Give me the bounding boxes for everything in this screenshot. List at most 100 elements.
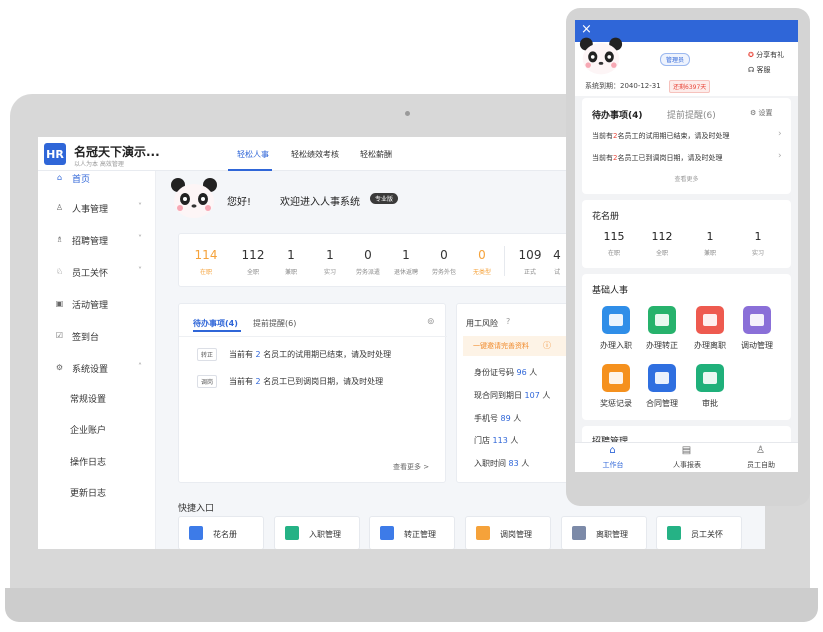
onboard-icon[interactable]	[602, 306, 630, 334]
stat-value[interactable]: 109	[510, 248, 550, 262]
sidebar-sub-updatelog[interactable]: 更新日志	[70, 486, 106, 499]
sidebar-item-label: 系统设置	[72, 365, 109, 375]
roster-label: 全职	[655, 250, 668, 257]
tab-salary[interactable]: 轻松薪酬	[360, 149, 392, 160]
close-icon[interactable]: ×	[581, 22, 592, 37]
home-icon: ⌂	[609, 445, 616, 456]
user-icon: ♙	[756, 445, 765, 456]
tab-report[interactable]: 人事报表	[657, 460, 717, 470]
quick-roster[interactable]: 花名册	[178, 516, 264, 549]
todo-tab[interactable]: 待办事项(4)	[193, 318, 238, 329]
risk-item[interactable]: 手机号 89 人	[474, 413, 521, 424]
sidebar-item-care[interactable]: ♘ 员工关怀 ˅	[38, 259, 156, 285]
quick-label: 离职管理	[596, 530, 628, 539]
stat-label: 试	[553, 269, 560, 276]
quick-onboard[interactable]: 入职管理	[274, 516, 360, 549]
regularize-icon[interactable]	[648, 306, 676, 334]
stat-value[interactable]: 1	[310, 248, 350, 262]
resign-icon[interactable]	[696, 306, 724, 334]
tag-regularize: 转正	[197, 348, 218, 361]
customer-service[interactable]: ☊ 客服	[748, 65, 770, 75]
sidebar-item-sign[interactable]: ☑ 签到台	[38, 323, 156, 349]
settings-icon[interactable]: ⊚	[427, 317, 435, 327]
sidebar-sub-general[interactable]: 常规设置	[70, 392, 106, 405]
contract-icon[interactable]	[648, 364, 676, 392]
chevron-right-icon: ›	[778, 129, 782, 139]
roster-icon	[189, 526, 203, 540]
user-icon: ♙	[55, 203, 64, 212]
quick-resign[interactable]: 离职管理	[561, 516, 647, 549]
reminder-tab[interactable]: 提前提醒(6)	[253, 318, 296, 329]
risk-item[interactable]: 入职时间 83 人	[474, 458, 529, 469]
todo-item[interactable]: 当前有2名员工的试用期已结束，请及时处理	[592, 131, 729, 141]
sidebar-sub-account[interactable]: 企业账户	[70, 423, 106, 436]
todo-tab-indicator	[193, 330, 241, 332]
reminder-tab[interactable]: 提前提醒(6)	[667, 108, 716, 121]
transfer-icon[interactable]	[743, 306, 771, 334]
transfer-icon	[476, 526, 490, 540]
sidebar-item-settings[interactable]: ⚙ 系统设置 ˄	[38, 355, 156, 381]
welcome-message: 欢迎进入人事系统	[280, 197, 360, 208]
todo-item[interactable]: 当前有 2 名员工已到调岗日期，请及时处理	[229, 376, 383, 387]
quick-label: 花名册	[213, 530, 237, 539]
help-icon[interactable]: ?	[506, 317, 510, 326]
roster-value[interactable]: 1	[690, 230, 730, 243]
onboard-icon	[285, 526, 299, 540]
gear-icon: ⚙	[750, 109, 757, 117]
quick-care[interactable]: 员工关怀	[656, 516, 742, 549]
sidebar-sub-oplog[interactable]: 操作日志	[70, 455, 106, 468]
gift-icon: ✪	[748, 51, 754, 59]
roster-value[interactable]: 1	[738, 230, 778, 243]
stat-value[interactable]: 114	[186, 248, 226, 262]
roster-value[interactable]: 115	[594, 230, 634, 243]
sidebar-item-home[interactable]: ⌂ 首页	[38, 165, 156, 191]
approval-icon[interactable]	[696, 364, 724, 392]
sidebar-item-recruit[interactable]: ♗ 招聘管理 ˅	[38, 227, 156, 253]
quick-label: 调岗管理	[500, 530, 532, 539]
chevron-right-icon: ›	[778, 151, 782, 161]
stat-label: 劳务外包	[431, 269, 456, 276]
roster-value[interactable]: 112	[642, 230, 682, 243]
sidebar-item-personnel[interactable]: ♙ 人事管理 ˅	[38, 195, 156, 221]
todo-tab[interactable]: 待办事项(4)	[592, 108, 643, 121]
reward-icon[interactable]	[602, 364, 630, 392]
roster-title: 花名册	[592, 212, 620, 222]
recruit-icon: ♗	[55, 235, 64, 244]
settings-button[interactable]: ⚙ 设置	[750, 108, 773, 118]
risk-title: 用工风险	[466, 319, 498, 328]
expiry-date: 系统到期：2040-12-31	[585, 82, 661, 90]
sidebar: ⌂ 首页 ♙ 人事管理 ˅ ♗ 招聘管理 ˅ ♘ 员工关怀 ˅ ▣ 活动管理 ☑…	[38, 171, 156, 549]
todo-item[interactable]: 当前有2名员工已到调岗日期，请及时处理	[592, 153, 722, 163]
hr-logo: HR	[44, 143, 66, 165]
quick-regularize[interactable]: 转正管理	[369, 516, 455, 549]
report-icon: ▤	[681, 445, 692, 456]
quick-label: 转正管理	[404, 530, 436, 539]
stat-value[interactable]: 4	[547, 248, 567, 262]
tab-performance[interactable]: 轻松绩效考核	[291, 149, 339, 160]
stat-value[interactable]: 0	[462, 248, 502, 262]
stat-value[interactable]: 0	[348, 248, 388, 262]
tab-self-service[interactable]: 员工自助	[731, 460, 791, 470]
sidebar-item-activity[interactable]: ▣ 活动管理	[38, 291, 156, 317]
stat-value[interactable]: 1	[386, 248, 426, 262]
view-more-link[interactable]: 查看更多	[582, 174, 791, 183]
todo-item[interactable]: 当前有 2 名员工的试用期已结束，请及时处理	[229, 349, 391, 360]
risk-item[interactable]: 门店 113 人	[474, 435, 518, 446]
chevron-down-icon: ˅	[138, 234, 142, 243]
stat-value[interactable]: 112	[233, 248, 273, 262]
stat-value[interactable]: 1	[271, 248, 311, 262]
share-gift[interactable]: ✪ 分享有礼	[748, 50, 784, 60]
quick-transfer[interactable]: 调岗管理	[465, 516, 551, 549]
app-label: 调动管理	[741, 341, 773, 350]
panda-avatar	[170, 177, 218, 219]
risk-item[interactable]: 现合同到期日 107 人	[474, 390, 550, 401]
tag-transfer: 调岗	[197, 375, 218, 388]
stat-value[interactable]: 0	[424, 248, 464, 262]
tab-workbench[interactable]: 工作台	[583, 460, 643, 470]
view-more-link[interactable]: 查看更多 >	[393, 462, 429, 472]
relation-icon: ♘	[55, 267, 64, 276]
tab-hr[interactable]: 轻松人事	[237, 149, 269, 160]
sidebar-item-label: 人事管理	[72, 205, 109, 215]
welcome-hello: 您好!	[227, 197, 252, 208]
risk-item[interactable]: 身份证号码 96 人	[474, 367, 537, 378]
